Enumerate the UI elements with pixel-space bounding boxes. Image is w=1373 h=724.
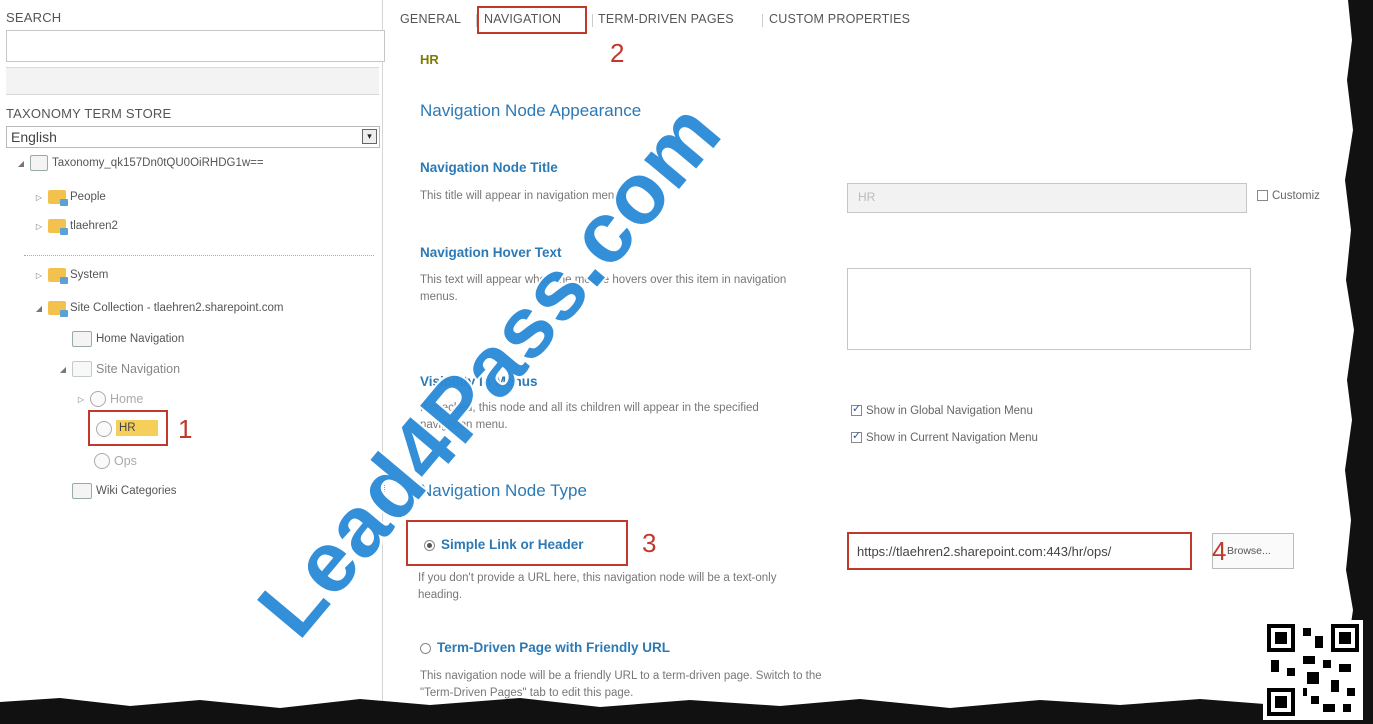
tab-custom-properties[interactable]: CUSTOM PROPERTIES — [769, 12, 910, 26]
taxonomy-pane: SEARCH TAXONOMY TERM STORE English ▾ ◢ T… — [0, 0, 385, 724]
tree-item-label: Taxonomy_qk157Dn0tQU0OiRHDG1w== — [52, 157, 264, 169]
tree-item-home-navigation[interactable]: Home Navigation — [72, 330, 184, 348]
collapse-arrow-icon[interactable]: ▷ — [76, 395, 86, 404]
global-nav-checkbox-row[interactable]: Show in Global Navigation Menu — [851, 402, 1033, 417]
section-heading-node-type: Navigation Node Type — [420, 481, 587, 500]
tree-item-hr[interactable]: HR — [116, 420, 158, 436]
simple-link-radio[interactable] — [424, 539, 435, 551]
current-nav-checkbox-row[interactable]: Show in Current Navigation Menu — [851, 429, 1038, 444]
collapse-arrow-icon[interactable]: ▷ — [34, 222, 44, 231]
collapse-arrow-icon[interactable]: ▷ — [34, 193, 44, 202]
tree-item-label: tlaehren2 — [70, 220, 118, 232]
torn-edge-bottom — [0, 698, 1373, 724]
tree-item-label: Ops — [114, 454, 137, 468]
search-label: SEARCH — [6, 10, 62, 25]
search-results-bar — [6, 67, 379, 95]
simple-link-label: Simple Link or Header — [441, 537, 584, 552]
group-folder-icon — [48, 268, 68, 284]
pane-splitter[interactable] — [379, 478, 385, 492]
visibility-description: If checked, this node and all its childr… — [420, 402, 759, 431]
term-set-icon — [72, 361, 92, 377]
tree-item-label: Wiki Categories — [96, 485, 177, 497]
global-nav-checkbox[interactable] — [851, 402, 862, 417]
language-select[interactable]: English ▾ — [6, 126, 380, 148]
tree-item-label: Home Navigation — [96, 333, 185, 345]
tab-separator — [762, 14, 763, 27]
expand-arrow-icon[interactable]: ◢ — [34, 304, 44, 313]
group-folder-icon — [48, 190, 68, 206]
annotation-number: 4 — [1212, 536, 1227, 566]
navigation-tab-highlight — [477, 6, 587, 34]
url-input[interactable]: https://tlaehren2.sharepoint.com:443/hr/… — [847, 532, 1192, 570]
customize-checkbox[interactable] — [1257, 190, 1268, 202]
node-title-description: This title will appear in navigation men… — [420, 190, 630, 202]
term-icon — [96, 421, 112, 437]
tab-general[interactable]: GENERAL — [400, 12, 461, 26]
term-name: HR — [420, 52, 439, 67]
term-driven-label: Term-Driven Page with Friendly URL — [437, 640, 671, 655]
tree-item-tlaehren2[interactable]: ▷ tlaehren2 — [34, 217, 118, 235]
tree-item-system[interactable]: ▷ System — [34, 266, 108, 284]
customize-label: Customiz — [1272, 190, 1320, 202]
section-heading-appearance: Navigation Node Appearance — [420, 101, 642, 120]
url-value: https://tlaehren2.sharepoint.com:443/hr/… — [857, 544, 1112, 559]
chevron-down-icon[interactable]: ▾ — [362, 129, 377, 144]
tree-item-label: Home — [110, 392, 144, 406]
language-value: English — [11, 129, 57, 145]
tree-divider — [24, 255, 374, 256]
customize-checkbox-row[interactable]: Customiz — [1257, 190, 1320, 202]
node-title-field[interactable]: HR — [847, 183, 1247, 213]
tree-item-root[interactable]: ◢ Taxonomy_qk157Dn0tQU0OiRHDG1w== — [16, 154, 264, 172]
expand-arrow-icon[interactable]: ◢ — [58, 365, 68, 374]
current-nav-label: Show in Current Navigation Menu — [866, 432, 1038, 444]
qr-code-image — [1263, 620, 1363, 720]
hover-text-heading: Navigation Hover Text — [420, 245, 562, 260]
tree-item-label: Site Navigation — [96, 362, 181, 376]
expand-arrow-icon[interactable]: ◢ — [16, 159, 26, 168]
term-driven-radio[interactable] — [420, 642, 431, 654]
tree-item-site-collection[interactable]: ◢ Site Collection - tlaehren2.sharepoint… — [34, 299, 284, 317]
tree-item-site-navigation[interactable]: ◢ Site Navigation — [58, 360, 180, 378]
collapse-arrow-icon[interactable]: ▷ — [34, 271, 44, 280]
term-driven-option[interactable]: Term-Driven Page with Friendly URL — [420, 640, 670, 655]
hover-text-input[interactable] — [847, 268, 1251, 350]
tree-item-wiki-categories[interactable]: Wiki Categories — [72, 482, 177, 500]
term-set-icon — [72, 331, 92, 347]
visibility-heading: Visibility In Menus — [420, 374, 538, 389]
group-folder-icon — [48, 301, 68, 317]
tree-item-home[interactable]: ▷ Home — [76, 390, 143, 408]
search-input[interactable] — [6, 30, 385, 62]
tree-item-label: System — [70, 269, 109, 281]
tab-term-driven-pages[interactable]: TERM-DRIVEN PAGES — [598, 12, 734, 26]
taxonomy-icon — [30, 155, 48, 171]
tree-item-label: Site Collection - tlaehren2.sharepoint.c… — [70, 302, 284, 314]
annotation-number: 2 — [610, 38, 625, 68]
term-store-label: TAXONOMY TERM STORE — [6, 106, 172, 121]
tree-item-ops[interactable]: Ops — [94, 452, 137, 470]
simple-link-description: If you don't provide a URL here, this na… — [418, 572, 777, 601]
torn-edge-right — [1345, 0, 1373, 724]
term-icon — [90, 391, 106, 407]
tab-separator — [592, 14, 593, 27]
hover-text-description: This text will appear when the mouse hov… — [420, 274, 787, 303]
tree-item-people[interactable]: ▷ People — [34, 188, 106, 206]
simple-link-option[interactable]: Simple Link or Header — [424, 537, 584, 552]
group-folder-icon — [48, 219, 68, 235]
annotation-number: 1 — [178, 414, 193, 444]
current-nav-checkbox[interactable] — [851, 429, 862, 444]
global-nav-label: Show in Global Navigation Menu — [866, 405, 1033, 417]
annotation-number: 3 — [642, 528, 657, 558]
node-title-heading: Navigation Node Title — [420, 160, 558, 175]
tree-item-label: People — [70, 191, 106, 203]
term-set-icon — [72, 483, 92, 499]
node-title-value: HR — [858, 190, 876, 204]
term-icon — [94, 453, 110, 469]
